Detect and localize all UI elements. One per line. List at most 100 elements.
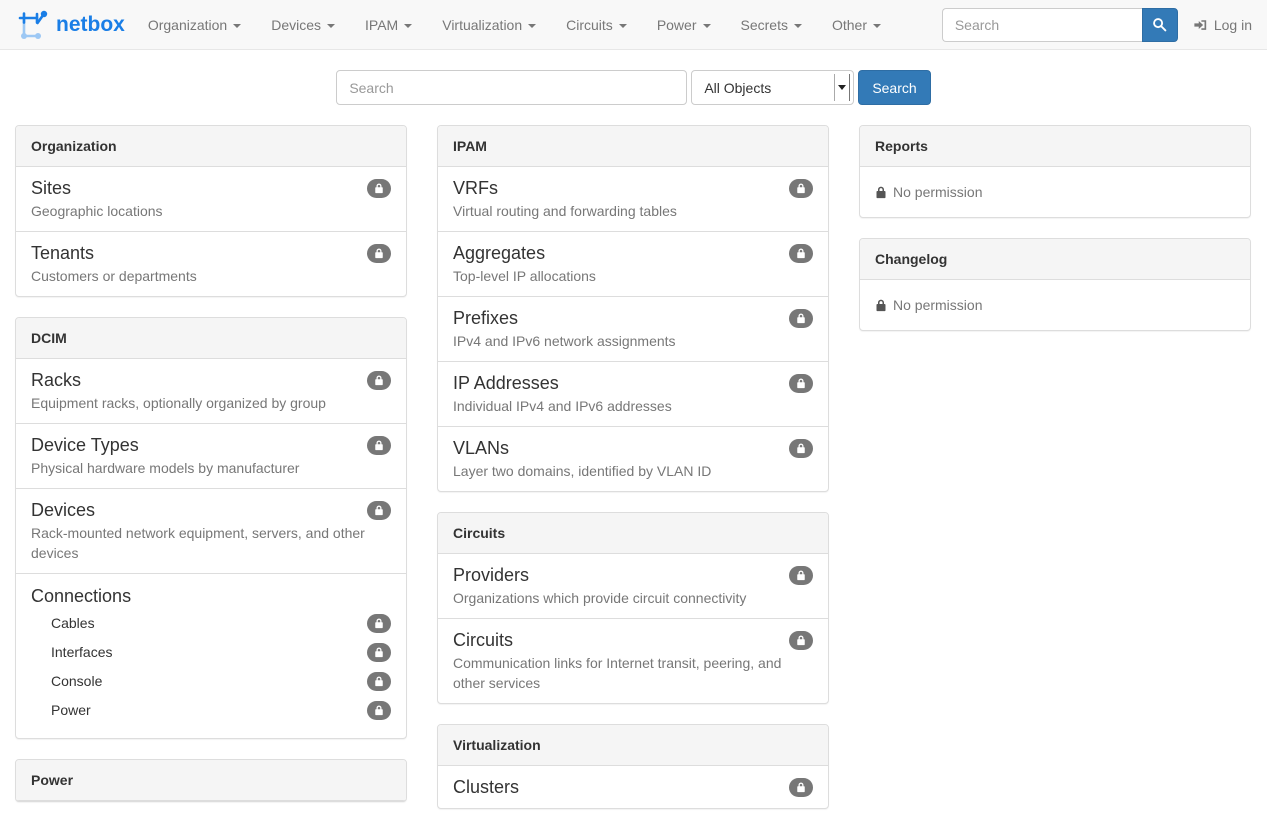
list-item-clusters: Clusters [438, 766, 828, 808]
login-icon [1193, 18, 1208, 32]
item-head: Tenants [31, 242, 391, 264]
lock-icon [875, 299, 887, 312]
lock-icon [796, 378, 806, 389]
item-description: Top-level IP allocations [453, 266, 813, 286]
list-item-tenants: TenantsCustomers or departments [16, 232, 406, 296]
login-link[interactable]: Log in [1178, 17, 1252, 33]
item-description: Communication links for Internet transit… [453, 653, 813, 693]
nav-item-ipam[interactable]: IPAM [350, 0, 427, 50]
item-head: Racks [31, 369, 391, 391]
item-description: Customers or departments [31, 266, 391, 286]
panel-heading: IPAM [438, 126, 828, 167]
lock-badge [367, 643, 391, 662]
item-link-sites[interactable]: Sites [31, 177, 71, 199]
panel-heading: Virtualization [438, 725, 828, 766]
item-link-prefixes[interactable]: Prefixes [453, 307, 518, 329]
lock-badge [367, 672, 391, 691]
item-link-tenants[interactable]: Tenants [31, 242, 94, 264]
item-link-device-types[interactable]: Device Types [31, 434, 139, 456]
lock-icon [374, 505, 384, 516]
item-head: Providers [453, 564, 813, 586]
no-permission-text: No permission [893, 182, 982, 202]
panel-heading: Circuits [438, 513, 828, 554]
global-search-button[interactable]: Search [858, 70, 930, 105]
panel-heading: Changelog [860, 239, 1250, 280]
nav-item-organization[interactable]: Organization [133, 0, 256, 50]
list-group-connections: ConnectionsCablesInterfacesConsolePower [16, 574, 406, 738]
search-icon [1152, 17, 1167, 32]
item-link-clusters[interactable]: Clusters [453, 776, 519, 798]
lock-badge [367, 371, 391, 390]
global-search-row: All Objects Search [0, 70, 1267, 105]
nav-item-label: Power [657, 17, 697, 33]
panel-ipam: IPAMVRFsVirtual routing and forwarding t… [437, 125, 829, 492]
global-search-input[interactable] [336, 70, 687, 105]
nav-item-label: Devices [271, 17, 321, 33]
list-item-prefixes: PrefixesIPv4 and IPv6 network assignment… [438, 297, 828, 362]
group-row-interfaces: Interfaces [31, 637, 391, 666]
item-link-circuits[interactable]: Circuits [453, 629, 513, 651]
nav-item-secrets[interactable]: Secrets [726, 0, 817, 50]
item-link-vrfs[interactable]: VRFs [453, 177, 498, 199]
navbar-search-input[interactable] [942, 8, 1142, 42]
lock-icon [374, 676, 384, 687]
search-scope-value: All Objects [704, 80, 771, 96]
item-head: IP Addresses [453, 372, 813, 394]
item-link-devices[interactable]: Devices [31, 499, 95, 521]
item-head: Prefixes [453, 307, 813, 329]
list-item-ip-addresses: IP AddressesIndividual IPv4 and IPv6 add… [438, 362, 828, 427]
list-item-sites: SitesGeographic locations [16, 167, 406, 232]
item-link-ip-addresses[interactable]: IP Addresses [453, 372, 559, 394]
lock-badge [367, 701, 391, 720]
item-link-aggregates[interactable]: Aggregates [453, 242, 545, 264]
item-link-vlans[interactable]: VLANs [453, 437, 509, 459]
panel-organization: OrganizationSitesGeographic locationsTen… [15, 125, 407, 297]
panel-dcim: DCIMRacksEquipment racks, optionally org… [15, 317, 407, 739]
lock-badge [789, 631, 813, 650]
caret-down-icon [233, 24, 241, 28]
caret-down-icon [528, 24, 536, 28]
lock-icon [796, 443, 806, 454]
lock-icon [796, 248, 806, 259]
nav-item-virtualization[interactable]: Virtualization [427, 0, 551, 50]
netbox-logo-icon [15, 7, 51, 43]
group-link-power[interactable]: Power [51, 702, 91, 718]
list-item-device-types: Device TypesPhysical hardware models by … [16, 424, 406, 489]
no-permission-text: No permission [893, 295, 982, 315]
panel-circuits: CircuitsProvidersOrganizations which pro… [437, 512, 829, 704]
lock-badge [367, 436, 391, 455]
nav-item-devices[interactable]: Devices [256, 0, 350, 50]
nav-item-other[interactable]: Other [817, 0, 896, 50]
item-description: Geographic locations [31, 201, 391, 221]
group-row-cables: Cables [31, 608, 391, 637]
lock-icon [796, 635, 806, 646]
group-link-interfaces[interactable]: Interfaces [51, 644, 112, 660]
search-scope-select[interactable]: All Objects [691, 70, 854, 105]
nav-item-label: Virtualization [442, 17, 522, 33]
panel-reports: ReportsNo permission [859, 125, 1251, 218]
nav-item-label: IPAM [365, 17, 398, 33]
navbar-search-button[interactable] [1142, 8, 1178, 42]
item-link-providers[interactable]: Providers [453, 564, 529, 586]
lock-badge [367, 244, 391, 263]
nav-item-circuits[interactable]: Circuits [551, 0, 642, 50]
item-description: Individual IPv4 and IPv6 addresses [453, 396, 813, 416]
panel-virtualization: Virtualization Clusters [437, 724, 829, 809]
caret-down-icon [703, 24, 711, 28]
item-head: Device Types [31, 434, 391, 456]
caret-down-icon [404, 24, 412, 28]
list-item-devices: DevicesRack-mounted network equipment, s… [16, 489, 406, 574]
lock-badge [367, 179, 391, 198]
nav-item-power[interactable]: Power [642, 0, 726, 50]
netbox-brand[interactable]: netbox [15, 7, 133, 43]
list-item-racks: RacksEquipment racks, optionally organiz… [16, 359, 406, 424]
lock-icon [374, 647, 384, 658]
item-link-racks[interactable]: Racks [31, 369, 81, 391]
group-link-cables[interactable]: Cables [51, 615, 95, 631]
lock-badge [789, 566, 813, 585]
panel-power: Power [15, 759, 407, 802]
group-link-console[interactable]: Console [51, 673, 102, 689]
caret-down-icon [619, 24, 627, 28]
item-head: Clusters [453, 776, 813, 798]
caret-down-icon [873, 24, 881, 28]
